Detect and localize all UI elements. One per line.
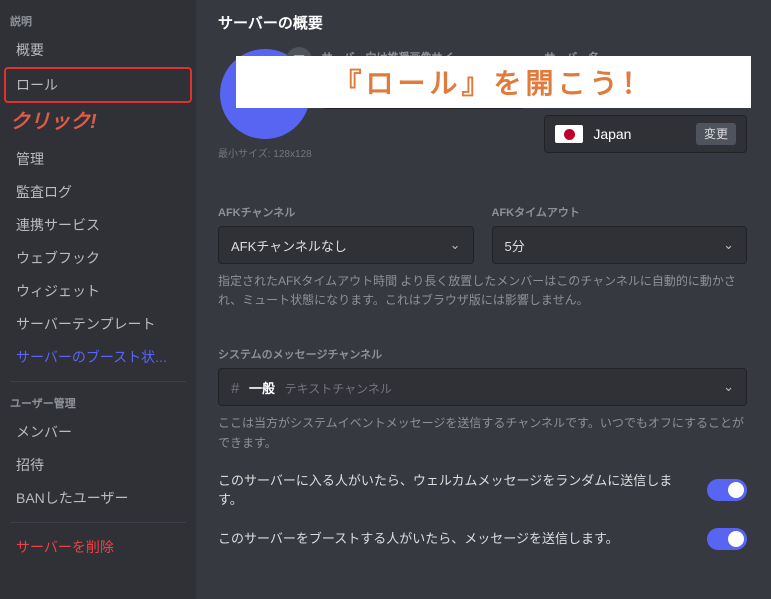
system-channel-hint: ここは当方がシステムイベントメッセージを送信するチャンネルです。いつでもオフにす…	[218, 414, 747, 452]
page-title: サーバーの概要	[218, 12, 747, 33]
chevron-down-icon: ⌄	[723, 379, 734, 395]
afk-hint-text: 指定されたAFKタイムアウト時間 より長く放置したメンバーはこのチャンネルに自動…	[218, 272, 747, 310]
system-channel-label: システムのメッセージチャンネル	[218, 346, 747, 362]
sidebar-item-manage[interactable]: 管理	[6, 143, 190, 175]
welcome-message-toggle-label: このサーバーに入る人がいたら、ウェルカムメッセージをランダムに送信します。	[218, 471, 689, 510]
sidebar-item-members[interactable]: メンバー	[6, 416, 190, 448]
section-header-settings: 説明	[0, 8, 196, 33]
system-channel-value: 一般	[249, 381, 275, 396]
change-region-button[interactable]: 変更	[696, 123, 736, 145]
settings-sidebar: 説明 概要 ロール クリック! 管理 監査ログ 連携サービス ウェブフック ウィ…	[0, 0, 196, 599]
sidebar-item-delete-server[interactable]: サーバーを削除	[6, 531, 190, 563]
region-value: Japan	[593, 126, 686, 142]
system-channel-subtype: テキストチャンネル	[285, 382, 392, 396]
sidebar-item-template[interactable]: サーバーテンプレート	[6, 308, 190, 340]
sidebar-item-boost-status[interactable]: サーバーのブースト状...	[6, 341, 190, 373]
afk-channel-value: AFKチャンネルなし	[231, 236, 347, 255]
boost-message-toggle[interactable]	[707, 528, 747, 550]
afk-timeout-value: 5分	[505, 236, 525, 255]
sidebar-item-bans[interactable]: BANしたユーザー	[6, 482, 190, 514]
main-content: 『ロール』を開こう！ サーバーの概要 最小サイズ: 128x128 サーバー向け…	[196, 0, 771, 599]
afk-channel-label: AFKチャンネル	[218, 204, 474, 220]
chevron-down-icon: ⌄	[450, 237, 461, 253]
sidebar-item-webhooks[interactable]: ウェブフック	[6, 242, 190, 274]
server-region-select[interactable]: Japan 変更	[544, 115, 747, 153]
boost-message-toggle-label: このサーバーをブーストする人がいたら、メッセージを送信します。	[218, 529, 689, 549]
sidebar-item-roles[interactable]: ロール	[4, 67, 192, 103]
sidebar-item-integrations[interactable]: 連携サービス	[6, 209, 190, 241]
chevron-down-icon: ⌄	[723, 237, 734, 253]
sidebar-item-invites[interactable]: 招待	[6, 449, 190, 481]
sidebar-item-widget[interactable]: ウィジェット	[6, 275, 190, 307]
afk-channel-select[interactable]: AFKチャンネルなし ⌄	[218, 226, 474, 264]
flag-japan-icon	[555, 125, 583, 143]
welcome-message-toggle[interactable]	[707, 479, 747, 501]
afk-timeout-select[interactable]: 5分 ⌄	[492, 226, 748, 264]
avatar-min-size-caption: 最小サイズ: 128x128	[218, 145, 312, 160]
sidebar-item-audit-log[interactable]: 監査ログ	[6, 176, 190, 208]
annotation-banner: 『ロール』を開こう！	[236, 56, 751, 108]
hash-icon: #	[231, 380, 239, 397]
sidebar-item-overview[interactable]: 概要	[6, 34, 190, 66]
section-header-user-mgmt: ユーザー管理	[0, 390, 196, 415]
divider	[10, 522, 186, 523]
annotation-click: クリック!	[0, 103, 196, 142]
divider	[10, 381, 186, 382]
system-channel-select[interactable]: # 一般 テキストチャンネル ⌄	[218, 368, 747, 406]
afk-timeout-label: AFKタイムアウト	[492, 204, 748, 220]
